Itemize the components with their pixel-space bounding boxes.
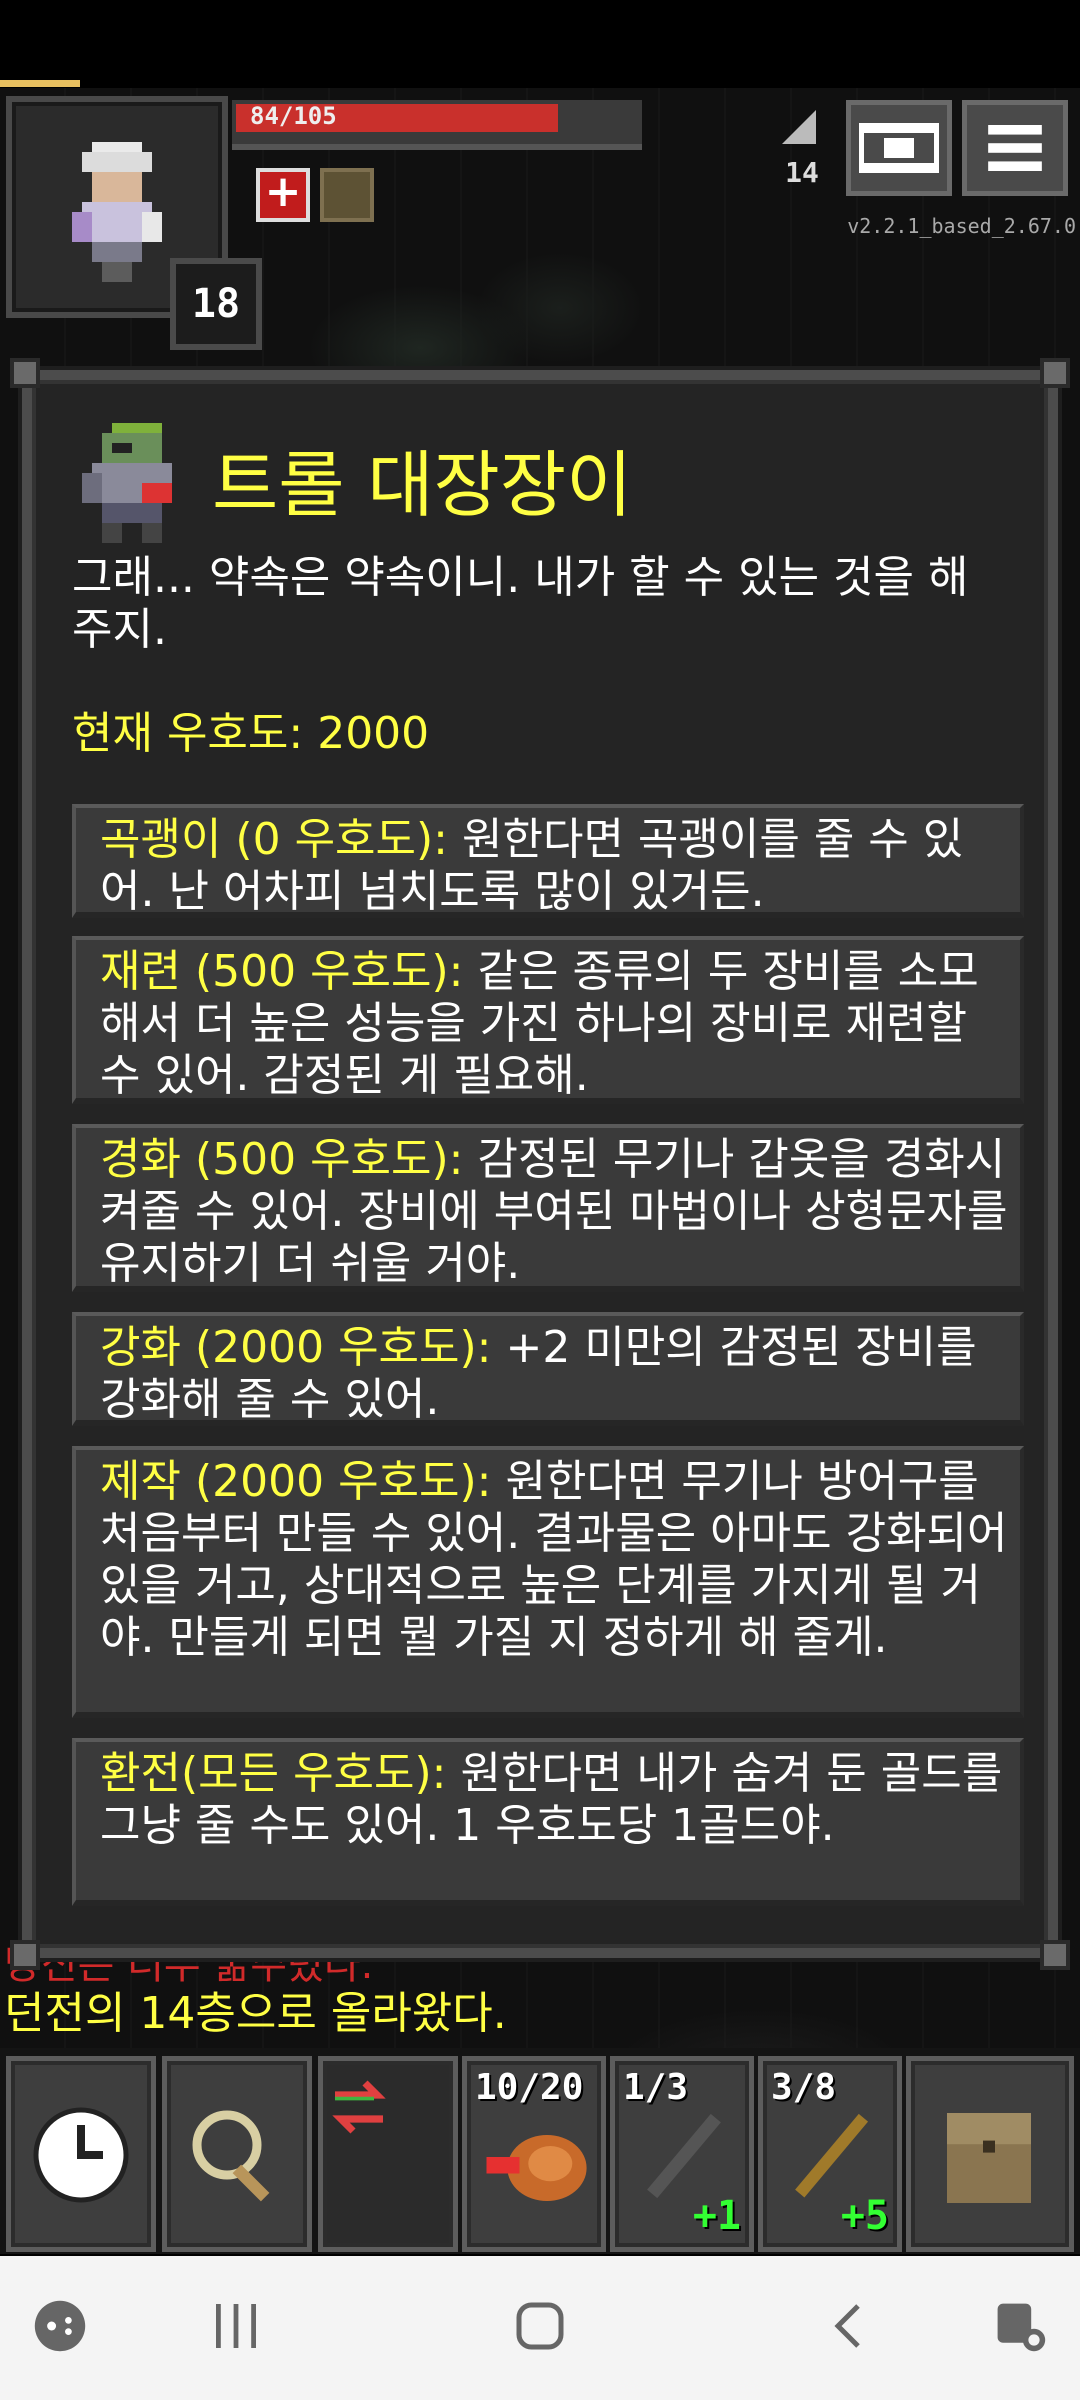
meat-icon	[486, 2135, 587, 2201]
inventory-button[interactable]	[906, 2056, 1074, 2252]
journal-icon	[859, 123, 939, 173]
menu-button[interactable]	[962, 100, 1068, 196]
dialog-corner	[1040, 358, 1070, 388]
depth-number: 14	[785, 156, 819, 189]
loading-progress	[0, 80, 80, 87]
favor-counter: 현재 우호도: 2000	[72, 708, 430, 759]
dialog-corner	[1040, 1940, 1070, 1970]
hero-level-badge: 18	[170, 258, 262, 350]
clock-icon	[33, 2107, 129, 2203]
option-title: 재련 (500 우호도):	[100, 946, 464, 997]
hp-text: 84/105	[250, 102, 337, 130]
quickslot-swap-button[interactable]	[318, 2056, 458, 2252]
home-icon[interactable]	[510, 2296, 570, 2356]
quickslot-upgrade: +1	[692, 2193, 741, 2239]
dialog-corner	[10, 1940, 40, 1970]
healing-buff-icon[interactable]	[256, 166, 310, 222]
blacksmith-dialog: 트롤 대장장이 그래... 약속은 약속이니. 내가 할 수 있는 것을 해 주…	[10, 358, 1070, 1970]
hp-bar: 84/105	[232, 100, 642, 150]
backpack-icon	[947, 2113, 1031, 2203]
search-button[interactable]	[162, 2056, 312, 2252]
menu-icon	[988, 125, 1042, 171]
quickslot-wand[interactable]: 1/3 +1	[610, 2056, 754, 2252]
option-pickaxe-button[interactable]: 곡괭이 (0 우호도): 원한다면 곡괭이를 줄 수 있어. 난 어차피 넘치도…	[72, 804, 1024, 918]
option-reforge-button[interactable]: 재련 (500 우호도): 같은 종류의 두 장비를 소모해서 더 높은 성능을…	[72, 936, 1024, 1104]
option-title: 경화 (500 우호도):	[100, 1134, 464, 1185]
back-icon[interactable]	[818, 2296, 878, 2356]
quickslot-upgrade: +5	[840, 2193, 889, 2239]
option-title: 곡괭이 (0 우호도):	[100, 814, 449, 865]
version-label: v2.2.1_based_2.67.0	[847, 214, 1076, 238]
option-cashout-button[interactable]: 환전(모든 우호도): 원한다면 내가 숨겨 둔 골드를 그냥 줄 수도 있어.…	[72, 1738, 1024, 1906]
journal-button[interactable]	[846, 100, 952, 196]
recent-apps-icon[interactable]	[206, 2296, 266, 2356]
game-launcher-icon[interactable]	[30, 2296, 90, 2356]
npc-speech: 그래... 약속은 약속이니. 내가 할 수 있는 것을 해 주지.	[72, 552, 969, 655]
accessibility-icon[interactable]	[990, 2296, 1050, 2356]
quickslot-food[interactable]: 10/20	[462, 2056, 606, 2252]
quickslot-count: 1/3	[623, 2067, 689, 2108]
magnifier-icon	[192, 2110, 270, 2202]
log-line: 던전의 14층으로 올라왔다.	[4, 1988, 507, 2039]
quickslot-staff[interactable]: 3/8 +5	[758, 2056, 902, 2252]
option-upgrade-button[interactable]: 강화 (2000 우호도): +2 미만의 감정된 장비를 강화해 줄 수 있어…	[72, 1312, 1024, 1426]
depth-indicator: 14	[770, 110, 834, 194]
npc-name: 트롤 대장장이	[212, 443, 633, 527]
quickslot-count: 3/8	[771, 2067, 837, 2108]
option-title: 제작 (2000 우호도):	[100, 1456, 492, 1507]
option-smith-button[interactable]: 제작 (2000 우호도): 원한다면 무기나 방어구를 처음부터 만들 수 있…	[72, 1446, 1024, 1718]
stairs-icon	[782, 110, 816, 144]
wait-button[interactable]	[6, 2056, 156, 2252]
status-bar	[0, 0, 1080, 80]
quickslot-count: 10/20	[475, 2067, 584, 2108]
troll-blacksmith-icon	[82, 423, 172, 543]
hunger-buff-icon[interactable]	[320, 168, 374, 222]
swap-icon	[332, 2080, 386, 2134]
option-harden-button[interactable]: 경화 (500 우호도): 감정된 무기나 갑옷을 경화시켜줄 수 있어. 장비…	[72, 1124, 1024, 1292]
option-title: 강화 (2000 우호도):	[100, 1322, 492, 1373]
option-title: 환전(모든 우호도):	[100, 1748, 447, 1799]
dialog-corner	[10, 358, 40, 388]
